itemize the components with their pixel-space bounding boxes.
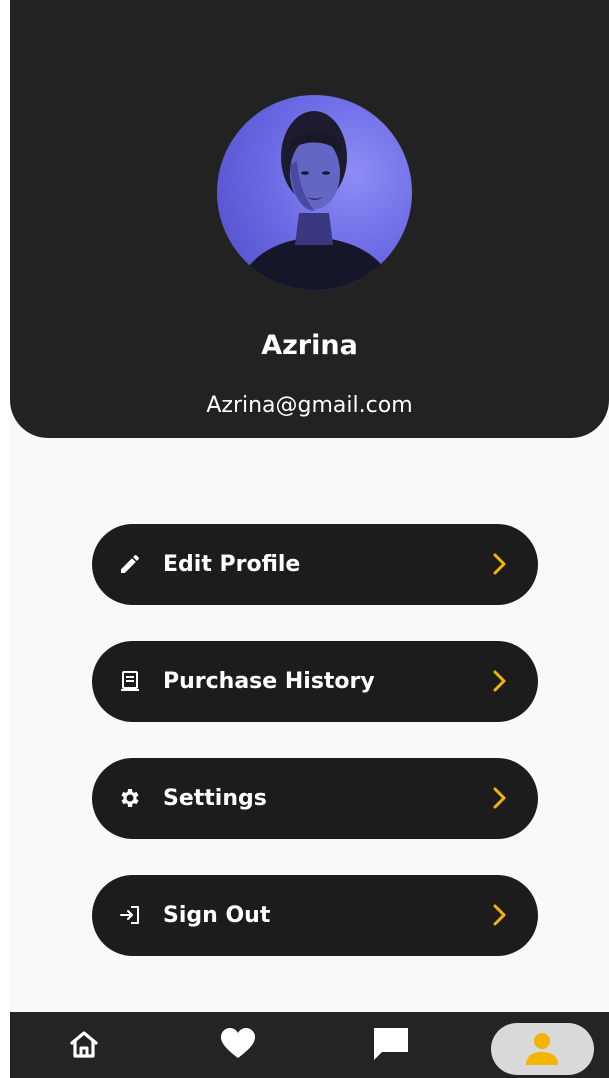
settings-button[interactable]: Settings [92, 758, 538, 839]
profile-header: Azrina Azrina@gmail.com [10, 0, 609, 438]
sign-out-icon [120, 906, 139, 924]
avatar[interactable] [217, 95, 412, 290]
nav-messages[interactable] [371, 1024, 411, 1064]
home-icon [70, 1031, 98, 1058]
settings-label: Settings [163, 786, 267, 811]
purchase-history-label: Purchase History [163, 669, 375, 694]
nav-home[interactable] [64, 1024, 104, 1064]
chat-icon [374, 1028, 408, 1060]
heart-icon [221, 1028, 255, 1058]
profile-screen: Azrina Azrina@gmail.com Edit Profile Pur… [10, 0, 609, 1078]
nav-favorites[interactable] [218, 1024, 258, 1064]
chevron-right-icon [493, 670, 506, 692]
sign-out-label: Sign Out [163, 903, 271, 928]
person-icon [526, 1033, 558, 1065]
pencil-icon [121, 555, 139, 573]
nav-profile[interactable] [491, 1023, 594, 1075]
sign-out-button[interactable]: Sign Out [92, 875, 538, 956]
gear-icon [121, 789, 139, 807]
purchase-history-button[interactable]: Purchase History [92, 641, 538, 722]
profile-name: Azrina [261, 330, 358, 361]
bottom-nav [10, 1012, 609, 1078]
edit-profile-button[interactable]: Edit Profile [92, 524, 538, 605]
chevron-right-icon [493, 553, 506, 575]
avatar-portrait [237, 111, 395, 290]
edit-profile-label: Edit Profile [163, 552, 301, 577]
profile-email: Azrina@gmail.com [206, 393, 413, 418]
chevron-right-icon [493, 787, 506, 809]
chevron-right-icon [493, 904, 506, 926]
receipt-icon [121, 671, 139, 691]
